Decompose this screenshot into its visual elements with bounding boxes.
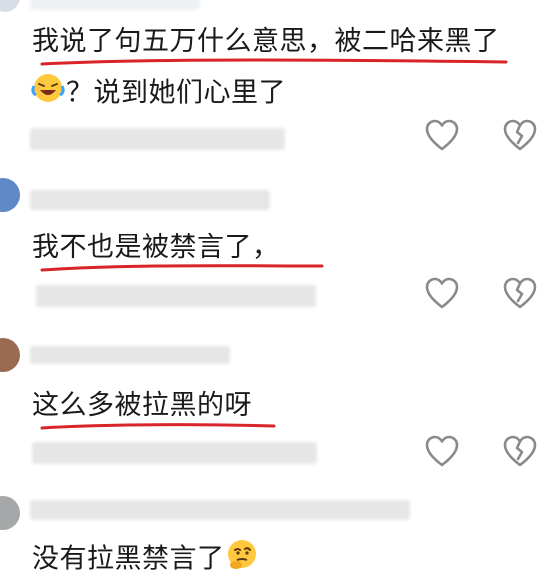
avatar[interactable] [0,0,20,12]
username-blurred[interactable] [30,500,410,520]
red-underline [40,264,324,272]
avatar[interactable] [0,338,20,372]
laughing-crying-emoji [30,72,66,116]
username-blurred[interactable] [30,190,270,210]
comment-text-line2: ？说到她们心里了 [66,77,286,109]
broken-heart-icon[interactable] [502,434,538,470]
heart-outline-icon[interactable] [424,276,460,312]
thinking-face-emoji [225,538,259,582]
comment-text-line1: 这么多被拉黑的呀 [32,390,252,421]
avatar[interactable] [0,178,20,212]
username-blurred[interactable] [30,0,200,10]
avatar[interactable] [0,496,20,530]
red-underline [40,58,508,66]
comment-meta-blurred [36,285,316,307]
heart-outline-icon[interactable] [424,434,460,470]
broken-heart-icon[interactable] [502,276,538,312]
username-blurred[interactable] [30,346,230,364]
comment-text-continued: ？说到她们心里了 [30,72,286,116]
red-underline [40,423,276,430]
broken-heart-icon[interactable] [502,118,538,154]
comment-text: 没有拉黑禁言了 [32,538,259,582]
heart-outline-icon[interactable] [424,118,460,154]
comment-meta-blurred [32,442,317,464]
comment-meta-blurred [30,128,285,150]
